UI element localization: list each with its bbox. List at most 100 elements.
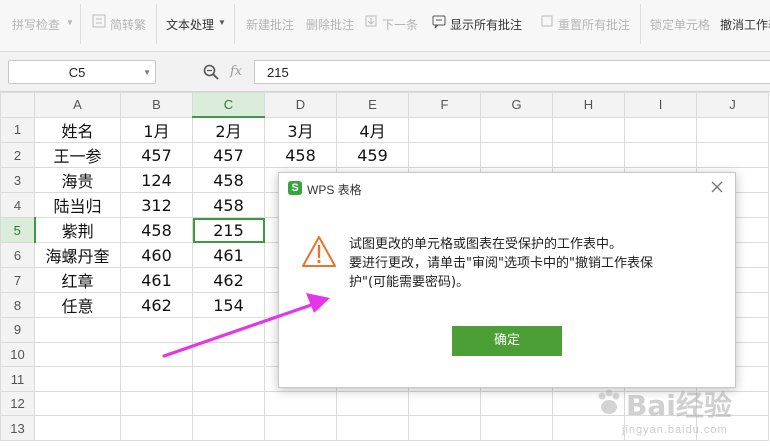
row-header[interactable]: 6 — [0, 242, 35, 269]
cell[interactable]: 海螺丹奎 — [34, 242, 121, 269]
cell[interactable] — [552, 142, 625, 169]
column-header[interactable]: I — [624, 92, 697, 118]
cell[interactable]: 458 — [192, 192, 265, 219]
column-header[interactable]: E — [336, 92, 409, 118]
cell[interactable]: 陆当归 — [34, 192, 121, 219]
cell[interactable]: 458 — [264, 142, 337, 169]
cell[interactable] — [480, 390, 553, 417]
cell[interactable] — [120, 390, 193, 417]
row-header[interactable]: 1 — [0, 116, 35, 144]
row-header[interactable]: 3 — [0, 167, 35, 194]
cell[interactable]: 459 — [336, 142, 409, 169]
active-cell[interactable]: 215 — [192, 217, 265, 244]
cell[interactable] — [552, 116, 625, 144]
cell[interactable] — [480, 116, 553, 144]
cell[interactable]: 2月 — [192, 116, 265, 144]
cell[interactable] — [34, 366, 121, 392]
column-header-selected[interactable]: C — [192, 92, 265, 119]
cell[interactable] — [408, 415, 481, 442]
convert-icon — [92, 14, 106, 28]
row-header[interactable]: 11 — [0, 366, 35, 392]
cell[interactable] — [408, 116, 481, 144]
cell[interactable] — [120, 366, 193, 392]
cell[interactable]: 124 — [120, 167, 193, 194]
formula-input[interactable]: 215 — [254, 60, 770, 84]
cell[interactable]: 4月 — [336, 116, 409, 144]
cell[interactable] — [192, 415, 265, 442]
cell[interactable] — [624, 142, 697, 169]
cell[interactable]: 海贵 — [34, 167, 121, 194]
column-header[interactable]: B — [120, 92, 193, 118]
row-header[interactable]: 7 — [0, 267, 35, 294]
row-header[interactable]: 13 — [0, 415, 35, 442]
cell[interactable]: 462 — [120, 292, 193, 319]
cell[interactable]: 紫荆 — [34, 217, 121, 244]
chevron-down-icon[interactable]: ▼ — [143, 68, 151, 77]
row-header[interactable]: 4 — [0, 192, 35, 219]
cell[interactable]: 任意 — [34, 292, 121, 319]
cell[interactable] — [192, 366, 265, 392]
cell[interactable] — [34, 390, 121, 417]
lock-cell-label: 锁定单元格 — [650, 18, 711, 32]
row-header[interactable]: 10 — [0, 341, 35, 368]
cell[interactable]: 460 — [120, 242, 193, 269]
comments-icon — [432, 15, 446, 28]
warning-icon — [302, 236, 336, 267]
cell[interactable] — [34, 317, 121, 343]
cell[interactable] — [696, 116, 769, 144]
cell[interactable] — [192, 317, 265, 343]
dialog-titlebar[interactable]: S WPS 表格 — [279, 173, 735, 203]
row-header-selected[interactable]: 5 — [0, 217, 36, 244]
column-header[interactable]: G — [480, 92, 553, 118]
cell[interactable] — [192, 341, 265, 368]
cell[interactable] — [34, 341, 121, 368]
cell[interactable] — [120, 317, 193, 343]
cell[interactable] — [120, 415, 193, 442]
cell[interactable]: 3月 — [264, 116, 337, 144]
name-box[interactable]: C5 ▼ — [8, 60, 156, 84]
cell[interactable]: 457 — [120, 142, 193, 169]
cell[interactable] — [480, 142, 553, 169]
column-header[interactable]: J — [696, 92, 769, 118]
cell[interactable]: 462 — [192, 267, 265, 294]
row-header[interactable]: 9 — [0, 317, 35, 343]
cell[interactable] — [264, 390, 337, 417]
cell[interactable] — [696, 142, 769, 169]
cell[interactable]: 458 — [120, 217, 193, 244]
select-all-corner[interactable] — [0, 92, 35, 118]
cell[interactable] — [192, 390, 265, 417]
ok-button[interactable]: 确定 — [452, 326, 562, 356]
close-icon[interactable] — [709, 179, 725, 195]
cell[interactable] — [480, 415, 553, 442]
cell[interactable] — [408, 390, 481, 417]
cell[interactable]: 1月 — [120, 116, 193, 144]
cell[interactable]: 312 — [120, 192, 193, 219]
spell-check-label: 拼写检查 — [12, 18, 61, 32]
cell[interactable]: 461 — [192, 242, 265, 269]
row-header[interactable]: 12 — [0, 390, 35, 417]
cell[interactable]: 姓名 — [34, 116, 121, 144]
cell[interactable]: 王一参 — [34, 142, 121, 169]
cell[interactable] — [336, 390, 409, 417]
cell[interactable]: 461 — [120, 267, 193, 294]
column-header[interactable]: F — [408, 92, 481, 118]
column-header[interactable]: D — [264, 92, 337, 118]
column-header[interactable]: H — [552, 92, 625, 118]
zoom-icon[interactable] — [202, 63, 220, 81]
cell[interactable] — [336, 415, 409, 442]
cell[interactable]: 红章 — [34, 267, 121, 294]
row-header[interactable]: 2 — [0, 142, 35, 169]
cell[interactable]: 458 — [192, 167, 265, 194]
cell[interactable] — [408, 142, 481, 169]
cell[interactable] — [624, 116, 697, 144]
cell[interactable] — [120, 341, 193, 368]
cell[interactable]: 154 — [192, 292, 265, 319]
row-header[interactable]: 8 — [0, 292, 35, 319]
cell[interactable]: 457 — [192, 142, 265, 169]
column-header[interactable]: A — [34, 92, 121, 118]
fx-label[interactable]: fx — [230, 64, 242, 79]
cell[interactable] — [264, 415, 337, 442]
message-line: 护"(可能需要密码)。 — [349, 275, 470, 290]
text-processing-label: 文本处理 — [166, 18, 215, 32]
cell[interactable] — [34, 415, 121, 442]
